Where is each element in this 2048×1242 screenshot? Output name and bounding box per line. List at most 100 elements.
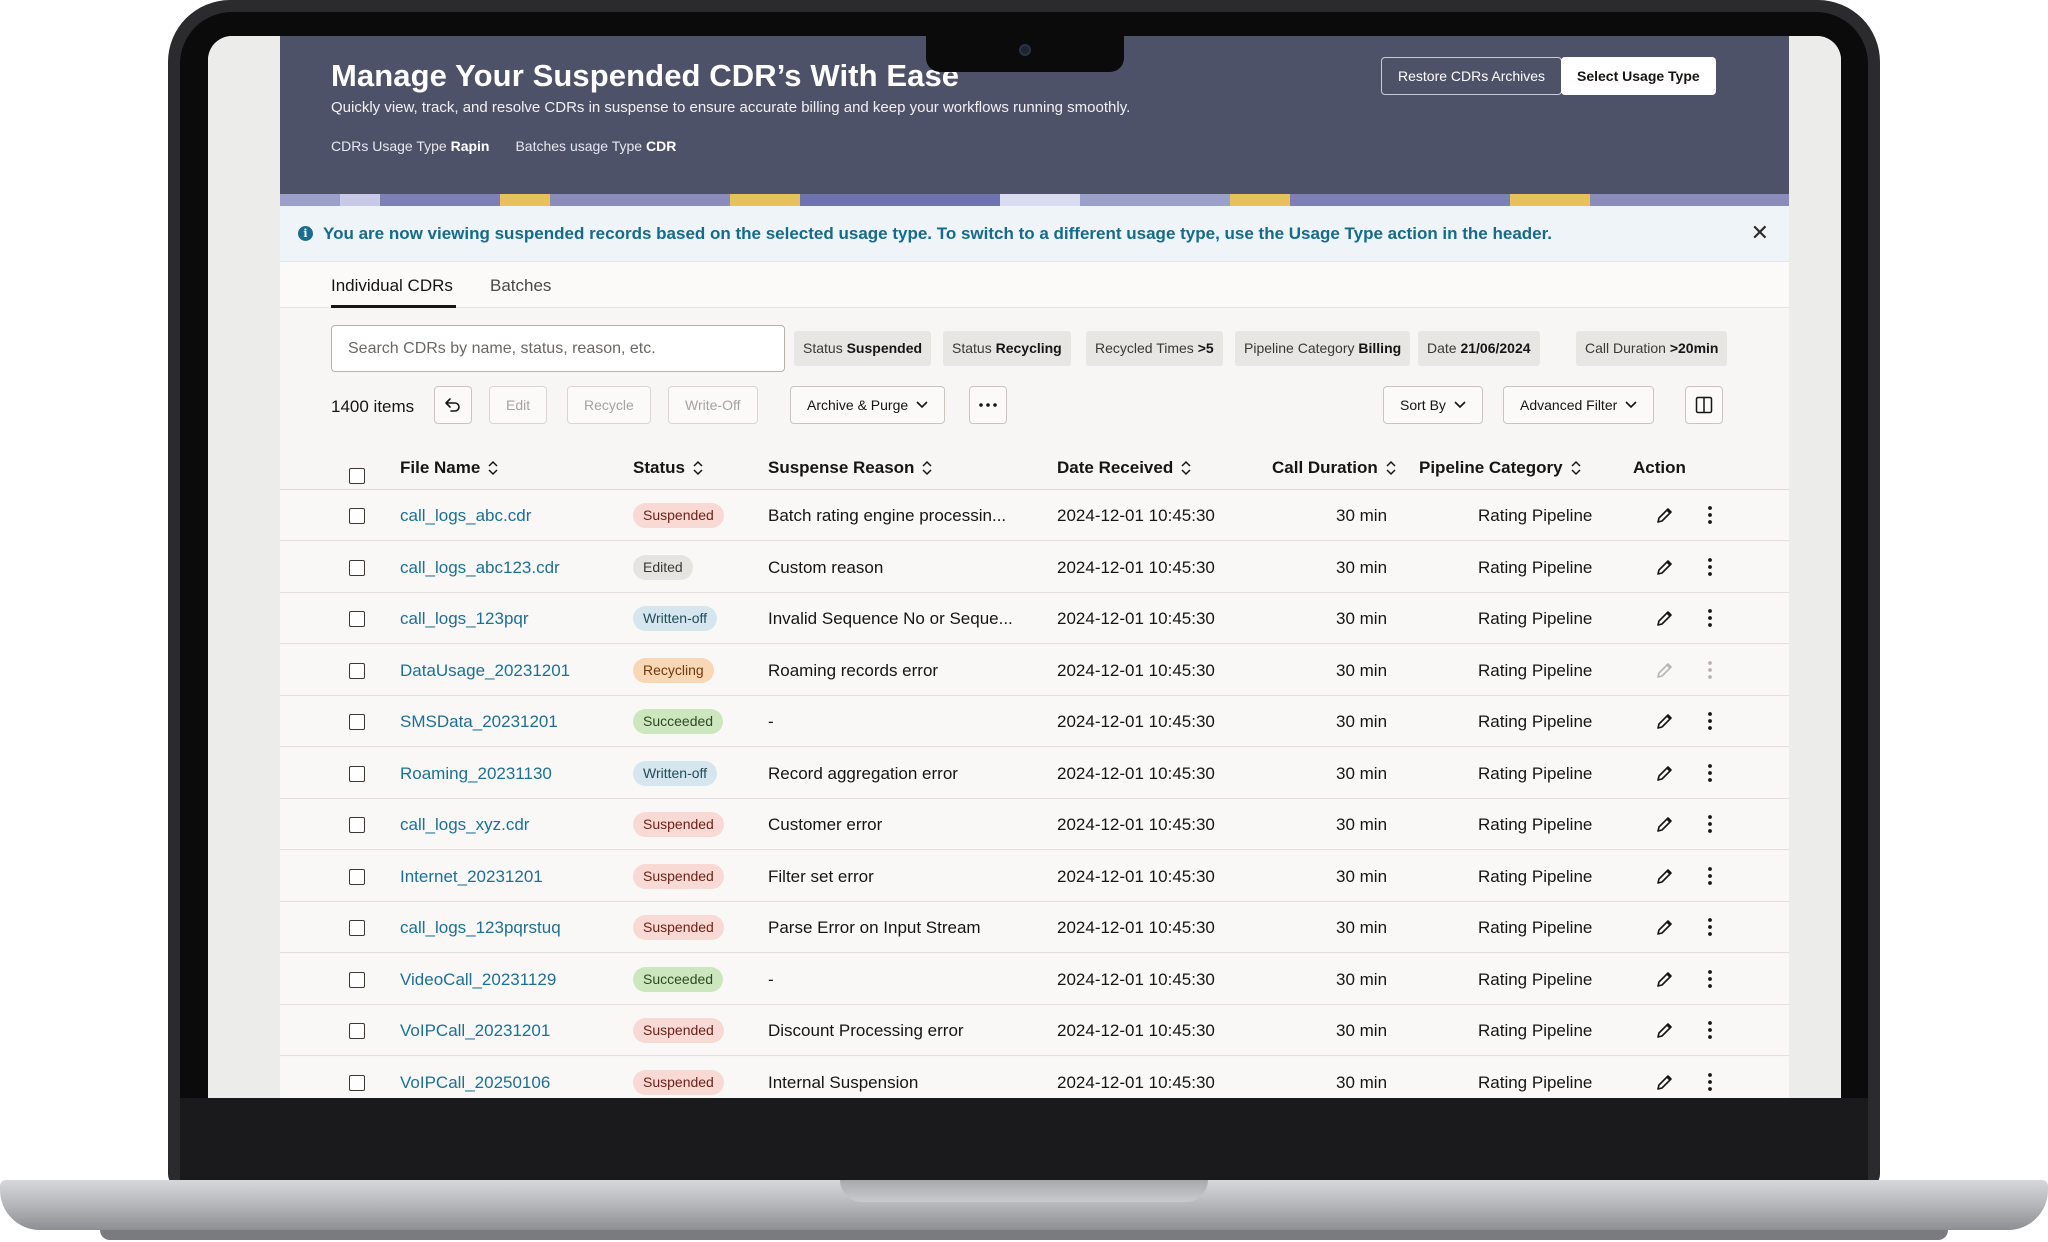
file-name-link[interactable]: Internet_20231201 [400, 867, 543, 887]
edit-pencil-icon[interactable] [1655, 814, 1675, 834]
more-actions-button[interactable] [969, 386, 1007, 424]
column-header-pipeline-category[interactable]: Pipeline Category [1419, 458, 1581, 478]
row-checkbox[interactable] [349, 971, 365, 988]
filter-chip-call-duration[interactable]: Call Duration >20min [1576, 331, 1728, 366]
file-name-link[interactable]: VideoCall_20231129 [400, 970, 556, 990]
edit-pencil-icon[interactable] [1655, 866, 1675, 886]
suspense-reason: Internal Suspension [768, 1072, 919, 1092]
advanced-filter-label: Advanced Filter [1520, 397, 1618, 413]
table-row[interactable]: DataUsage_20231201 Recycling Roaming recor… [280, 644, 1789, 696]
tab-individual-cdrs[interactable]: Individual CDRs [331, 276, 453, 296]
pipeline-category: Rating Pipeline [1478, 1072, 1593, 1092]
row-checkbox[interactable] [349, 765, 365, 782]
tab-batches[interactable]: Batches [490, 276, 551, 296]
file-name-link[interactable]: call_logs_123pqr [400, 609, 529, 629]
table-row[interactable]: VideoCall_20231129 Succeeded - 2024-12-01 1… [280, 953, 1789, 1005]
select-all-checkbox[interactable] [349, 468, 365, 484]
column-header-date-received[interactable]: Date Received [1057, 458, 1191, 478]
filter-chip-label: Pipeline Category [1244, 340, 1355, 356]
edit-pencil-icon[interactable] [1655, 711, 1675, 731]
kebab-menu-icon[interactable] [1700, 1020, 1720, 1040]
column-layout-button[interactable] [1685, 386, 1723, 424]
kebab-menu-icon[interactable] [1700, 711, 1720, 731]
undo-button[interactable] [434, 386, 472, 424]
filter-chip-label: Recycled Times [1095, 340, 1194, 356]
archive-purge-button[interactable]: Archive & Purge [790, 386, 946, 424]
kebab-menu-icon[interactable] [1700, 557, 1720, 577]
file-name-link[interactable]: call_logs_abc.cdr [400, 506, 531, 526]
row-checkbox[interactable] [349, 920, 365, 936]
row-checkbox[interactable] [349, 559, 365, 576]
table-row[interactable]: call_logs_abc123.cdr Edited Custom reason 2… [280, 541, 1789, 593]
date-received: 2024-12-01 10:45:30 [1057, 1072, 1215, 1092]
kebab-menu-icon[interactable] [1700, 866, 1720, 886]
advanced-filter-button[interactable]: Advanced Filter [1503, 386, 1655, 424]
kebab-menu-icon[interactable] [1700, 763, 1720, 783]
file-name-link[interactable]: call_logs_xyz.cdr [400, 815, 529, 835]
row-checkbox[interactable] [349, 1074, 365, 1091]
select-usage-type-button[interactable]: Select Usage Type [1561, 57, 1716, 95]
table-row[interactable]: VoIPCall_20250106 Suspended Internal Suspe… [280, 1056, 1789, 1098]
edit-pencil-icon[interactable] [1655, 505, 1675, 525]
status-badge: Succeeded [633, 966, 724, 992]
edit-pencil-icon[interactable] [1655, 969, 1675, 989]
edit-button[interactable]: Edit [489, 386, 548, 424]
column-header-file-name[interactable]: File Name [400, 458, 498, 478]
file-name-link[interactable]: DataUsage_20231201 [400, 661, 570, 681]
table-row[interactable]: call_logs_123pqrstuq Suspended Parse Error… [280, 902, 1789, 953]
table-row[interactable]: call_logs_123pqr Written-off Invalid Seque… [280, 593, 1789, 644]
restore-archives-button[interactable]: Restore CDRs Archives [1381, 57, 1563, 95]
file-name-link[interactable]: VoIPCall_20231201 [400, 1021, 550, 1041]
edit-pencil-icon[interactable] [1655, 608, 1675, 628]
file-name-link[interactable]: SMSData_20231201 [400, 712, 558, 732]
write-off-button[interactable]: Write-Off [668, 386, 758, 424]
edit-pencil-icon[interactable] [1655, 1072, 1675, 1092]
kebab-menu-icon[interactable] [1700, 1072, 1720, 1092]
close-icon[interactable]: ✕ [1751, 220, 1769, 246]
content-area: Status Suspended Status Recycling Recycl… [280, 308, 1789, 1098]
row-checkbox[interactable] [349, 611, 365, 627]
file-name-link[interactable]: Roaming_20231130 [400, 764, 552, 784]
table-row[interactable]: SMSData_20231201 Succeeded - 2024-12-01 10:… [280, 696, 1789, 747]
filter-chip-status-suspended[interactable]: Status Suspended [794, 331, 932, 366]
table-row[interactable]: VoIPCall_20231201 Suspended Discount Proce… [280, 1005, 1789, 1056]
kebab-menu-icon[interactable] [1700, 969, 1720, 989]
edit-pencil-icon[interactable] [1655, 660, 1675, 680]
filter-chip-recycled-times[interactable]: Recycled Times >5 [1086, 331, 1223, 366]
table-row[interactable]: Roaming_20231130 Written-off Record aggreg… [280, 747, 1789, 799]
table-row[interactable]: call_logs_abc.cdr Suspended Batch rating e… [280, 490, 1789, 541]
date-received: 2024-12-01 10:45:30 [1057, 763, 1215, 783]
column-header-call-duration[interactable]: Call Duration [1272, 458, 1396, 478]
column-header-suspense-reason[interactable]: Suspense Reason [768, 458, 932, 478]
edit-pencil-icon[interactable] [1655, 1020, 1675, 1040]
sort-by-button[interactable]: Sort By [1383, 386, 1483, 424]
row-checkbox[interactable] [349, 714, 365, 730]
file-name-link[interactable]: call_logs_123pqrstuq [400, 918, 561, 938]
kebab-menu-icon[interactable] [1700, 917, 1720, 937]
kebab-menu-icon[interactable] [1700, 505, 1720, 525]
recycle-button[interactable]: Recycle [567, 386, 651, 424]
row-checkbox[interactable] [349, 662, 365, 679]
kebab-menu-icon[interactable] [1700, 608, 1720, 628]
kebab-menu-icon[interactable] [1700, 814, 1720, 834]
column-header-status[interactable]: Status [633, 458, 703, 478]
row-checkbox[interactable] [349, 817, 365, 833]
row-checkbox[interactable] [349, 508, 365, 524]
edit-pencil-icon[interactable] [1655, 557, 1675, 577]
pipeline-category: Rating Pipeline [1478, 557, 1593, 577]
search-input[interactable] [331, 325, 785, 372]
filter-chip-date[interactable]: Date 21/06/2024 [1418, 331, 1540, 366]
page-subtitle: Quickly view, track, and resolve CDRs in… [331, 99, 1131, 116]
row-checkbox[interactable] [349, 1023, 365, 1039]
file-name-link[interactable]: call_logs_abc123.cdr [400, 558, 560, 578]
kebab-menu-icon[interactable] [1700, 660, 1720, 680]
filter-chip-pipeline-category[interactable]: Pipeline Category Billing [1235, 331, 1411, 366]
table-row[interactable]: call_logs_xyz.cdr Suspended Customer error… [280, 799, 1789, 850]
file-name-link[interactable]: VoIPCall_20250106 [400, 1073, 550, 1093]
filter-chip-status-recycling[interactable]: Status Recycling [943, 331, 1071, 366]
row-checkbox[interactable] [349, 868, 365, 885]
edit-pencil-icon[interactable] [1655, 763, 1675, 783]
batch-usage-label: Batches usage Type [515, 138, 643, 154]
edit-pencil-icon[interactable] [1655, 917, 1675, 937]
table-row[interactable]: Internet_20231201 Suspended Filter set err… [280, 850, 1789, 902]
